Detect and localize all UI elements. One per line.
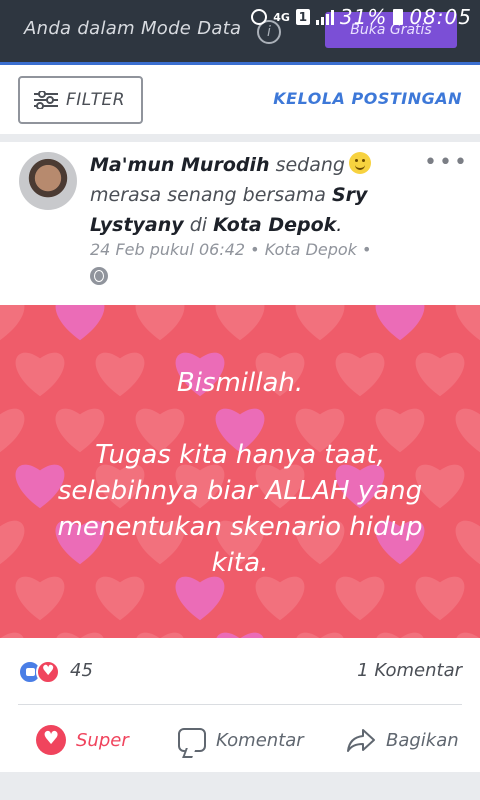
super-label: Super xyxy=(76,729,129,751)
activity-prefix: sedang xyxy=(275,154,345,176)
share-arrow-icon xyxy=(346,727,376,753)
love-reaction-icon xyxy=(36,660,60,684)
image-text-line: selebihnya biar ALLAH yang xyxy=(57,476,423,506)
sim-indicator: 1 xyxy=(295,9,310,25)
post-author-line: Ma'mun Murodih sedang merasa senang bers… xyxy=(90,150,400,240)
manage-posts-link[interactable]: KELOLA POSTINGAN xyxy=(273,89,462,108)
clock: 08:05 xyxy=(409,5,472,29)
image-text-line: Bismillah. xyxy=(176,368,304,398)
share-button[interactable]: Bagikan xyxy=(346,722,459,758)
signal-icon xyxy=(315,9,334,25)
actions-separator xyxy=(18,704,462,705)
reaction-count[interactable]: 45 xyxy=(70,660,93,681)
author-avatar[interactable] xyxy=(19,152,77,210)
comment-count[interactable]: 1 Komentar xyxy=(357,660,462,681)
status-bar: 4G 1 31% 08:05 xyxy=(251,4,472,30)
super-button[interactable]: Super xyxy=(36,722,129,758)
post-image-text: Bismillah. Tugas kita hanya taat, selebi… xyxy=(0,305,480,638)
image-text-line: menentukan skenario hidup xyxy=(57,512,423,542)
bottom-divider xyxy=(0,772,480,800)
place-link[interactable]: Kota Depok xyxy=(213,214,336,236)
data-mode-text: Anda dalam Mode Data xyxy=(24,18,242,39)
share-label: Bagikan xyxy=(386,729,459,751)
filter-label: FILTER xyxy=(66,90,126,110)
post-image[interactable]: Bismillah. Tugas kita hanya taat, selebi… xyxy=(0,305,480,638)
post-meta: 24 Feb pukul 06:42 • Kota Depok • xyxy=(90,240,372,259)
comment-bubble-icon xyxy=(178,728,206,752)
battery-icon xyxy=(393,9,404,25)
comment-label: Komentar xyxy=(216,729,304,751)
section-divider xyxy=(0,134,480,142)
smile-emoji-icon xyxy=(348,152,371,174)
filter-button[interactable]: FILTER xyxy=(18,76,143,124)
image-text-line: kita. xyxy=(211,548,269,578)
more-options-icon[interactable]: ••• xyxy=(424,150,469,175)
filter-sliders-icon xyxy=(34,91,58,109)
place-prefix: di xyxy=(189,214,208,236)
author-name[interactable]: Ma'mun Murodih xyxy=(90,154,270,176)
image-text-line: Tugas kita hanya taat, xyxy=(95,440,385,470)
heart-icon xyxy=(36,725,66,755)
reaction-icons[interactable] xyxy=(18,660,60,684)
battery-percent: 31% xyxy=(339,5,388,29)
network-type: 4G xyxy=(273,10,290,24)
data-mode-banner: Anda dalam Mode Data i Buka Gratis 4G 1 … xyxy=(0,0,480,62)
comment-button[interactable]: Komentar xyxy=(178,722,304,758)
feeling-text: merasa senang bersama xyxy=(90,184,326,206)
banner-accent-line xyxy=(0,62,480,65)
globe-icon xyxy=(90,267,108,285)
sentence-period: . xyxy=(336,214,343,236)
alarm-icon xyxy=(251,9,268,25)
